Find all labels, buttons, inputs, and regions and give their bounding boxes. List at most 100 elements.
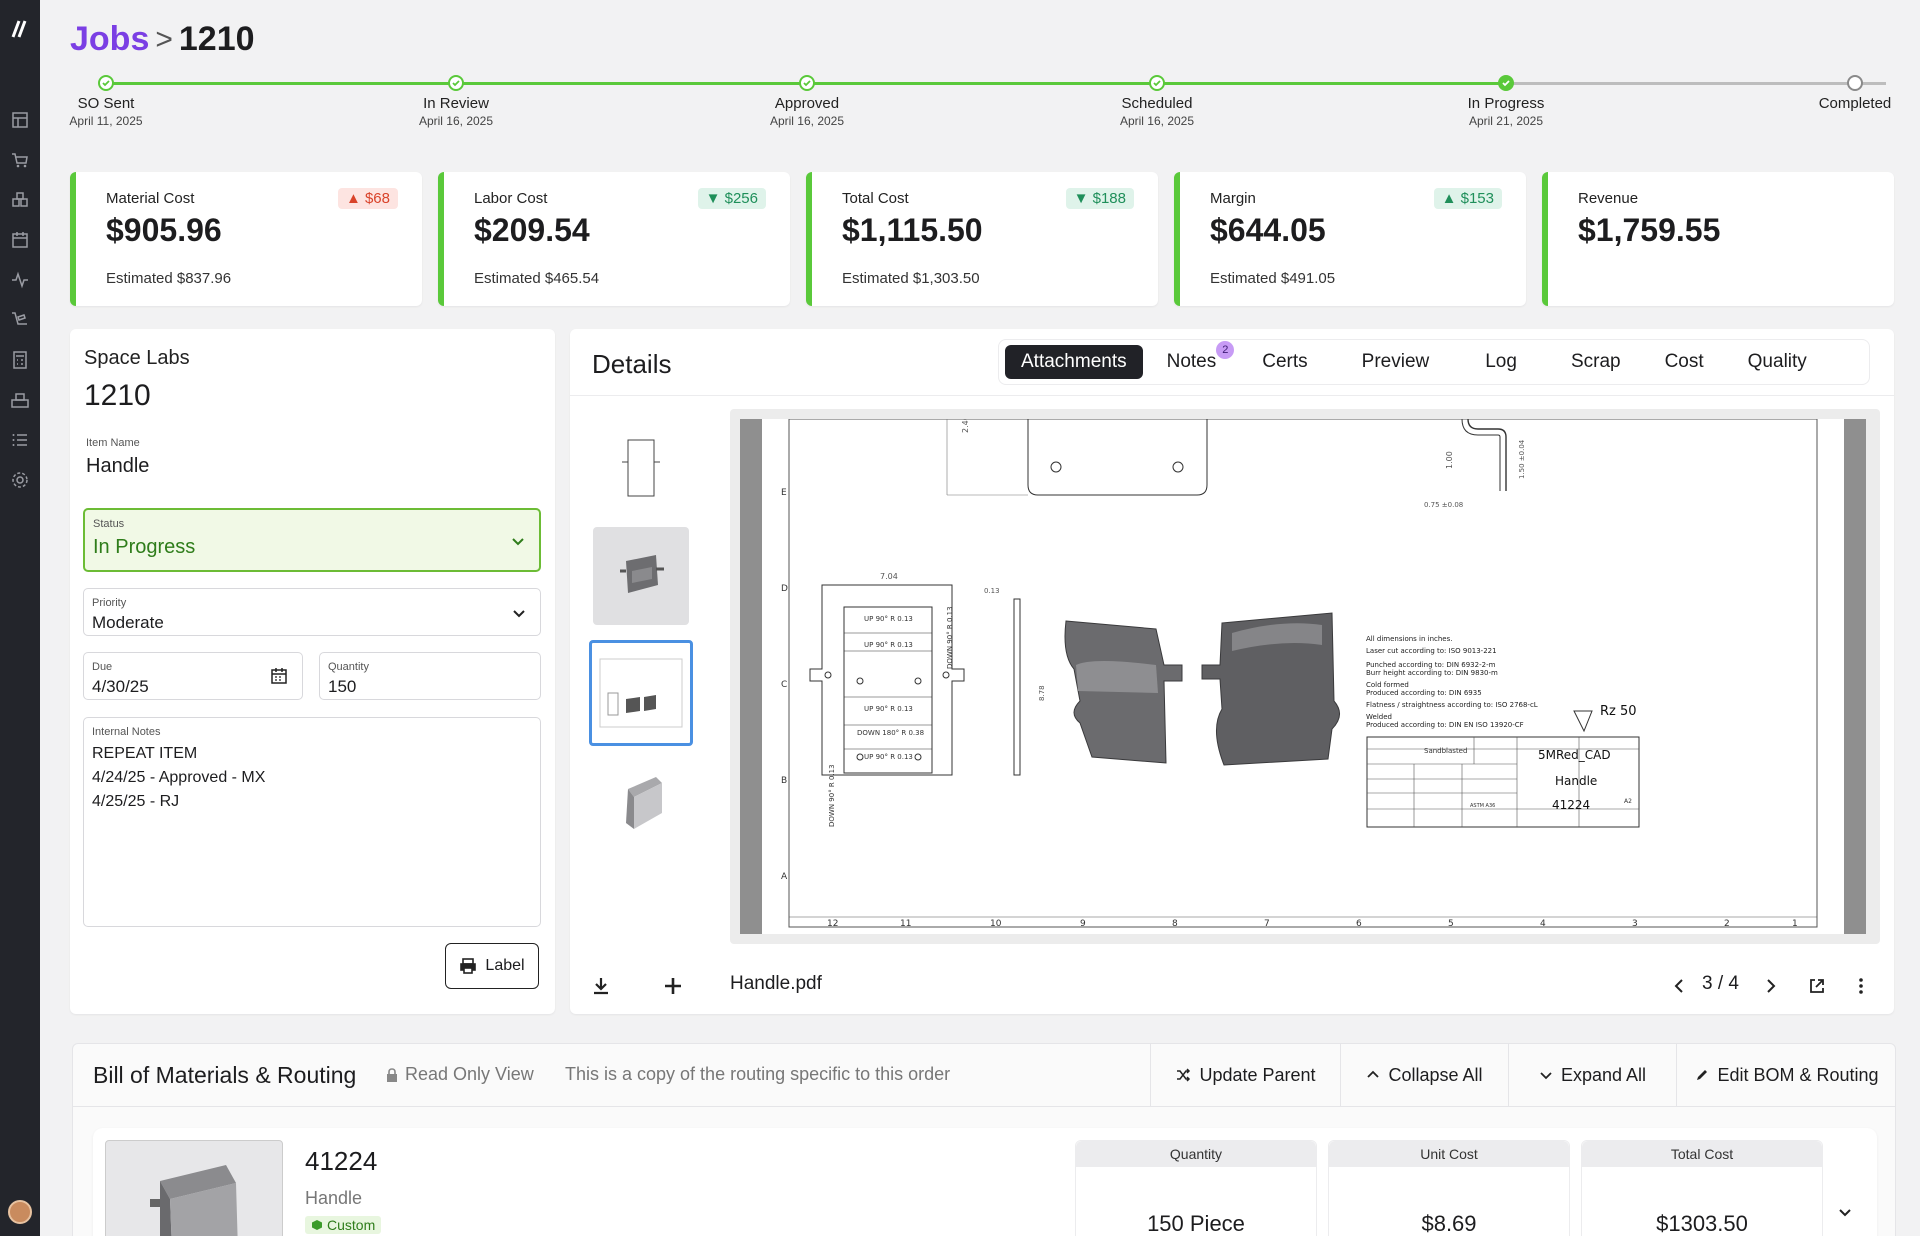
print-label-button[interactable]: Label xyxy=(445,943,539,989)
quantity-stat: Quantity 150 Piece xyxy=(1075,1140,1317,1236)
boxes-icon[interactable] xyxy=(10,390,30,410)
progress-step: In Review April 16, 2025 xyxy=(381,75,531,128)
pdf-viewer[interactable]: 12 11 10 9 8 7 6 5 4 3 2 1 E D C B A 2.4… xyxy=(730,409,1880,944)
dimension-label: 0.75 ±0.08 xyxy=(1424,501,1463,509)
part-number: 41224 xyxy=(305,1146,378,1176)
note-line: 4/24/25 - Approved - MX xyxy=(92,769,266,786)
edit-bom-routing-button[interactable]: Edit BOM & Routing xyxy=(1676,1044,1897,1106)
chevron-left-icon[interactable] xyxy=(1668,975,1690,997)
kpi-estimate: Estimated $1,303.50 xyxy=(842,270,980,287)
list-icon[interactable] xyxy=(10,430,30,450)
grid-column-label: 9 xyxy=(1080,919,1086,929)
open-external-icon[interactable] xyxy=(1806,975,1828,997)
customer-name: Space Labs xyxy=(84,347,190,369)
edit-bom-routing-label: Edit BOM & Routing xyxy=(1717,1064,1879,1085)
bend-note: DOWN 180° R 0.38 xyxy=(857,729,924,737)
collapse-all-button[interactable]: Collapse All xyxy=(1340,1044,1508,1106)
title-block-title: 5MRed_CAD xyxy=(1538,748,1611,762)
item-name-field: Item Name Handle xyxy=(78,429,547,481)
part-image xyxy=(105,1140,283,1236)
quantity-field[interactable]: Quantity 150 xyxy=(319,652,541,700)
engineering-drawing: 12 11 10 9 8 7 6 5 4 3 2 1 E D C B A 2.4… xyxy=(781,419,1818,929)
more-vertical-icon[interactable] xyxy=(1850,975,1872,997)
tab-notes[interactable]: Notes 2 xyxy=(1151,341,1235,379)
tab-quality[interactable]: Quality xyxy=(1732,345,1823,379)
tab-cost[interactable]: Cost xyxy=(1649,345,1720,379)
pdf-page: 12 11 10 9 8 7 6 5 4 3 2 1 E D C B A 2.4… xyxy=(762,419,1844,934)
tab-scrap[interactable]: Scrap xyxy=(1555,345,1637,379)
progress-step-label: Completed xyxy=(1818,95,1892,112)
drawing-note: Cold formed xyxy=(1366,681,1409,689)
item-name-label: Item Name xyxy=(86,437,140,449)
calculator-icon[interactable] xyxy=(10,350,30,370)
internal-notes-field[interactable]: Internal Notes REPEAT ITEM 4/24/25 - App… xyxy=(83,717,541,927)
calendar-icon[interactable] xyxy=(270,667,288,685)
kpi-delta-badge: ▼ $188 xyxy=(1065,188,1134,209)
kpi-delta-badge: ▲ $68 xyxy=(337,188,398,209)
priority-select[interactable]: Priority Moderate xyxy=(83,588,541,636)
inventory-icon[interactable] xyxy=(10,190,30,210)
pending-icon xyxy=(1847,75,1863,91)
pdf-page-frame: 12 11 10 9 8 7 6 5 4 3 2 1 E D C B A 2.4… xyxy=(740,419,1866,934)
part-name: Handle xyxy=(305,1188,363,1208)
attachment-thumbnail[interactable] xyxy=(593,527,689,625)
logo-icon[interactable] xyxy=(9,18,31,40)
attachment-thumbnail-selected[interactable] xyxy=(589,640,693,746)
progress-step: SO Sent April 11, 2025 xyxy=(31,75,181,128)
chevron-up-icon xyxy=(1367,1070,1380,1078)
routing-copy-note: This is a copy of the routing specific t… xyxy=(565,1064,951,1084)
progress-step-date: April 21, 2025 xyxy=(1468,114,1544,128)
status-select[interactable]: Status In Progress xyxy=(83,508,541,572)
attachment-thumbnail[interactable] xyxy=(593,419,689,517)
shipping-icon[interactable] xyxy=(10,310,30,330)
due-date-field[interactable]: Due 4/30/25 xyxy=(83,652,303,700)
kpi-delta-badge: ▼ $256 xyxy=(697,188,766,209)
drawing-note: Produced according to: DIN 6935 xyxy=(1366,689,1482,697)
tab-preview[interactable]: Preview xyxy=(1346,345,1446,379)
calendar-icon[interactable] xyxy=(10,230,30,250)
expand-all-button[interactable]: Expand All xyxy=(1508,1044,1676,1106)
tab-certs[interactable]: Certs xyxy=(1246,345,1323,379)
note-line: 4/25/25 - RJ xyxy=(92,793,180,810)
progress-step: Scheduled April 16, 2025 xyxy=(1082,75,1232,128)
grid-row-label: A xyxy=(781,872,788,882)
chevron-right-icon[interactable] xyxy=(1760,975,1782,997)
chevron-down-icon xyxy=(513,610,525,618)
details-title: Details xyxy=(592,349,672,379)
kpi-value: $1,115.50 xyxy=(842,212,983,248)
sidebar xyxy=(0,0,40,1236)
total-cost-stat-label: Total Cost xyxy=(1582,1141,1822,1167)
quantity-label: Quantity xyxy=(328,661,369,673)
tab-log[interactable]: Log xyxy=(1469,345,1533,379)
add-icon[interactable] xyxy=(662,975,684,997)
download-icon[interactable] xyxy=(590,975,612,997)
bom-title: Bill of Materials & Routing xyxy=(93,1062,357,1088)
title-block-name: Handle xyxy=(1555,774,1597,788)
tab-attachments[interactable]: Attachments xyxy=(1005,345,1143,379)
grid-column-label: 5 xyxy=(1448,919,1454,929)
grid-column-label: 7 xyxy=(1264,919,1270,929)
progress-step-label: SO Sent xyxy=(77,95,135,112)
progress-step-date: April 16, 2025 xyxy=(418,114,494,128)
dimension-label: 0.13 xyxy=(984,587,1000,595)
breadcrumb-jobs-link[interactable]: Jobs xyxy=(70,20,149,59)
drawing-note: Welded xyxy=(1366,713,1392,721)
avatar[interactable] xyxy=(8,1200,32,1224)
update-parent-label: Update Parent xyxy=(1199,1064,1316,1085)
expand-row-chevron-icon[interactable] xyxy=(1837,1204,1853,1220)
settings-icon[interactable] xyxy=(10,470,30,490)
kpi-estimate: Estimated $837.96 xyxy=(106,270,232,287)
update-parent-button[interactable]: Update Parent xyxy=(1150,1044,1340,1106)
attachment-file-name: Handle.pdf xyxy=(730,973,822,994)
kpi-delta-badge: ▲ $153 xyxy=(1433,188,1502,209)
attachment-thumbnail[interactable] xyxy=(593,754,689,852)
grid-column-label: 11 xyxy=(900,919,911,929)
collapse-all-label: Collapse All xyxy=(1388,1064,1483,1085)
grid-column-label: 6 xyxy=(1356,919,1362,929)
notes-count-badge: 2 xyxy=(1216,341,1235,359)
cart-icon[interactable] xyxy=(10,150,30,170)
activity-icon[interactable] xyxy=(10,270,30,290)
kpi-title: Total Cost xyxy=(842,190,909,207)
details-tabs: Attachments Notes 2 Certs Preview Log Scr… xyxy=(998,339,1870,385)
grid-row-label: E xyxy=(781,488,787,498)
